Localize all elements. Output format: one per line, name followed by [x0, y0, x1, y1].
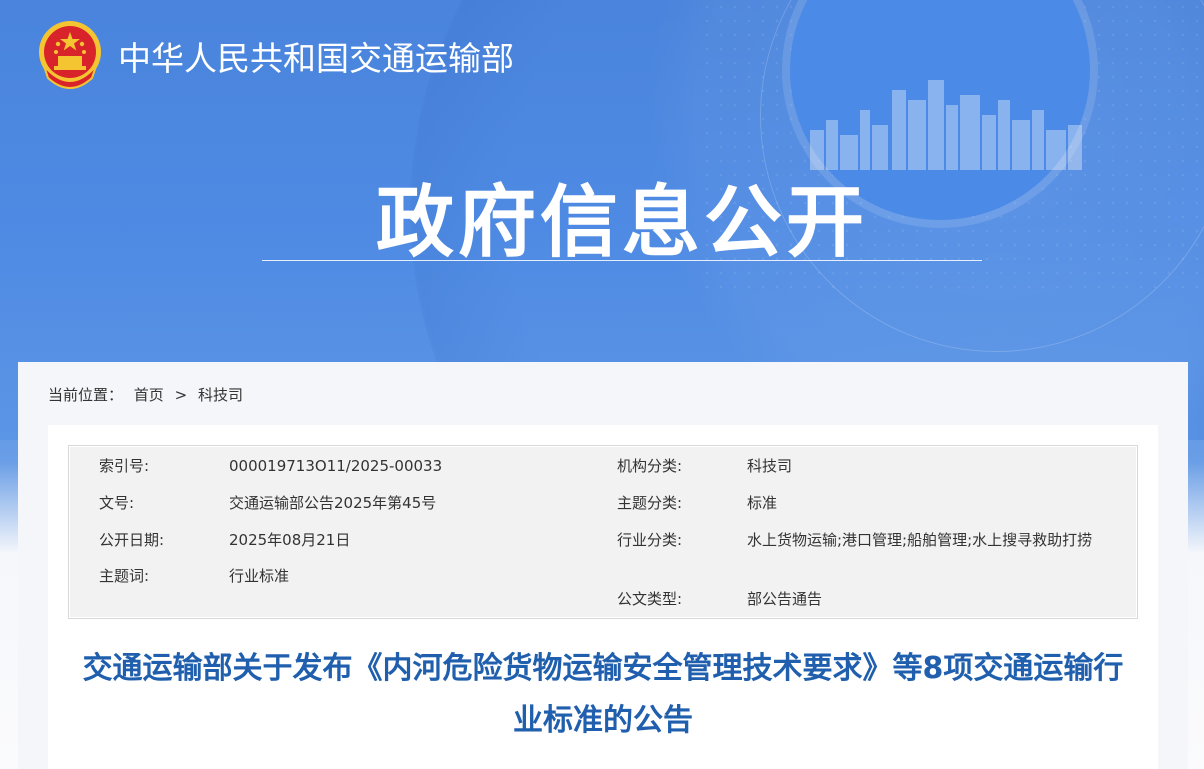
metadata-label: 主题分类:: [617, 494, 683, 512]
breadcrumb: 当前位置： 首页 > 科技司: [48, 384, 249, 405]
metadata-value: 科技司: [747, 457, 793, 475]
document-title: 交通运输部关于发布《内河危险货物运输安全管理技术要求》等8项交通运输行业标准的公…: [82, 651, 1124, 738]
metadata-value: 标准: [747, 494, 778, 512]
city-skyline-icon: [810, 80, 1082, 170]
metadata-value: 000019713O11/2025-00033: [229, 457, 443, 475]
metadata-label: 文号:: [99, 494, 135, 512]
main-panel: 当前位置： 首页 > 科技司 索引号: 000019713O11/2025-00…: [18, 362, 1188, 769]
site-name[interactable]: 中华人民共和国交通运输部: [118, 32, 514, 80]
metadata-label: 公开日期:: [99, 531, 165, 549]
title-divider: [262, 260, 982, 261]
metadata-label: 公文类型:: [617, 590, 683, 608]
section-title: 政府信息公开: [375, 178, 868, 268]
breadcrumb-home-link[interactable]: 首页: [134, 386, 164, 404]
document-metadata-table: 索引号: 000019713O11/2025-00033 文号: 交通运输部公告…: [68, 445, 1138, 619]
national-emblem-icon: [39, 21, 101, 89]
metadata-label: 机构分类:: [617, 457, 683, 475]
metadata-value: 部公告通告: [747, 590, 823, 608]
metadata-value: 交通运输部公告2025年第45号: [229, 494, 437, 512]
metadata-label: 索引号:: [99, 457, 150, 475]
metadata-value: 2025年08月21日: [229, 531, 351, 549]
metadata-label: 主题词:: [99, 567, 150, 585]
metadata-value: 水上货物运输;港口管理;船舶管理;水上搜寻救助打捞: [747, 531, 1093, 549]
breadcrumb-separator: >: [174, 386, 188, 404]
breadcrumb-department-link[interactable]: 科技司: [198, 386, 243, 404]
article-content: 索引号: 000019713O11/2025-00033 文号: 交通运输部公告…: [48, 425, 1158, 769]
breadcrumb-prefix: 当前位置：: [48, 386, 124, 404]
metadata-value: 行业标准: [229, 567, 290, 585]
metadata-label: 行业分类:: [617, 531, 683, 549]
